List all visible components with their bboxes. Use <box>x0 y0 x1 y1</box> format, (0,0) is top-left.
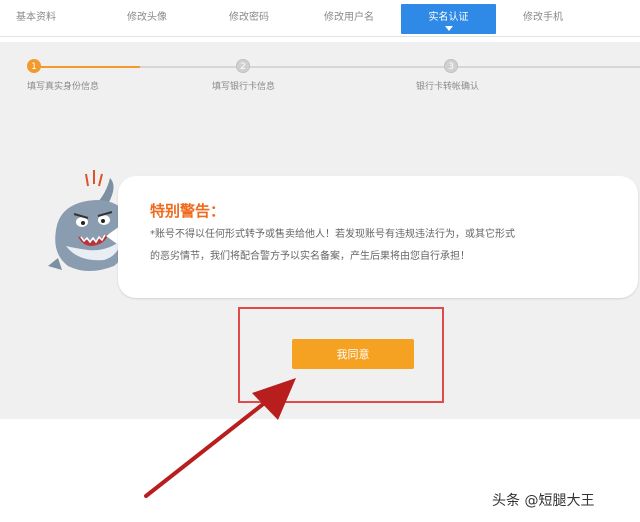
watermark-text: 头条 @短腿大王 <box>492 493 595 509</box>
red-pointer-arrow <box>144 378 296 498</box>
